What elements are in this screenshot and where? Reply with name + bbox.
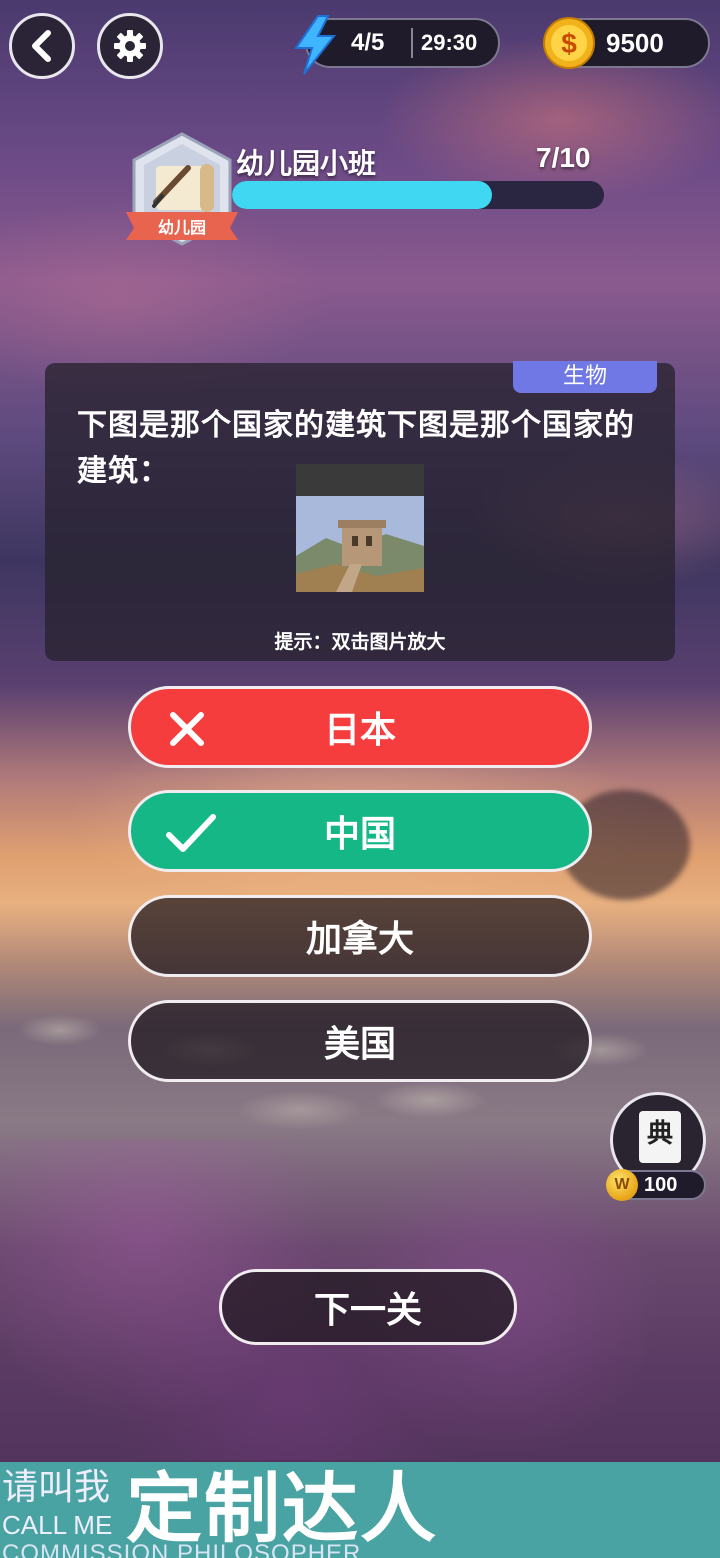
great-wall-image <box>296 464 424 592</box>
settings-button[interactable] <box>97 13 163 79</box>
hint-text: 提示：双击图片放大 <box>274 631 446 653</box>
chevron-left-icon <box>32 30 51 62</box>
answer-label: 中国 <box>323 814 396 855</box>
question-card: 生物 下图是那个国家的建筑下图是那个国家的建筑： 提示：双击图片放大 <box>45 361 675 661</box>
question-image[interactable] <box>296 464 424 592</box>
level-progress-fill <box>232 181 493 209</box>
lightning-icon <box>294 15 337 75</box>
pill-divider <box>411 28 413 58</box>
timer-text: 29:30 <box>421 30 478 55</box>
w-coin-icon: W <box>606 1169 638 1201</box>
coin-icon: $ <box>543 17 595 69</box>
level-title: 幼儿园小班 <box>236 147 377 180</box>
dictionary-book-icon: 典 <box>639 1111 681 1163</box>
check-mark-icon <box>166 814 216 852</box>
banner-title: 定制达人 <box>126 1464 438 1553</box>
banner-line2: CALL ME <box>2 1510 113 1540</box>
level-progress-bar <box>232 181 604 209</box>
gear-icon <box>114 30 146 62</box>
next-level-label: 下一关 <box>313 1290 422 1331</box>
answer-option-4[interactable]: 美国 <box>128 1000 592 1082</box>
answer-label: 加拿大 <box>305 919 414 960</box>
x-mark-icon <box>170 712 204 746</box>
answer-option-2[interactable]: 中国 <box>128 790 592 872</box>
answer-label: 美国 <box>323 1024 396 1065</box>
level-count: 7/10 <box>536 142 591 173</box>
level-badge: 幼儿园 <box>126 132 238 256</box>
coin-count: 9500 <box>606 28 664 58</box>
watermark-banner: 请叫我 CALL ME COMMISSION PHILOSOPHER 定制达人 <box>0 1462 720 1558</box>
back-button[interactable] <box>9 13 75 79</box>
dictionary-cost-pill: W 100 <box>606 1169 706 1201</box>
svg-text:$: $ <box>561 28 577 59</box>
banner-line1: 请叫我 <box>2 1467 111 1508</box>
answer-label: 日本 <box>323 710 396 751</box>
next-level-button[interactable]: 下一关 <box>219 1269 517 1345</box>
badge-label: 幼儿园 <box>157 218 206 237</box>
category-tag: 生物 <box>513 361 657 393</box>
answer-option-1[interactable]: 日本 <box>128 686 592 768</box>
energy-count: 4/5 <box>351 29 385 56</box>
dictionary-cost: 100 <box>644 1174 678 1196</box>
answer-option-3[interactable]: 加拿大 <box>128 895 592 977</box>
